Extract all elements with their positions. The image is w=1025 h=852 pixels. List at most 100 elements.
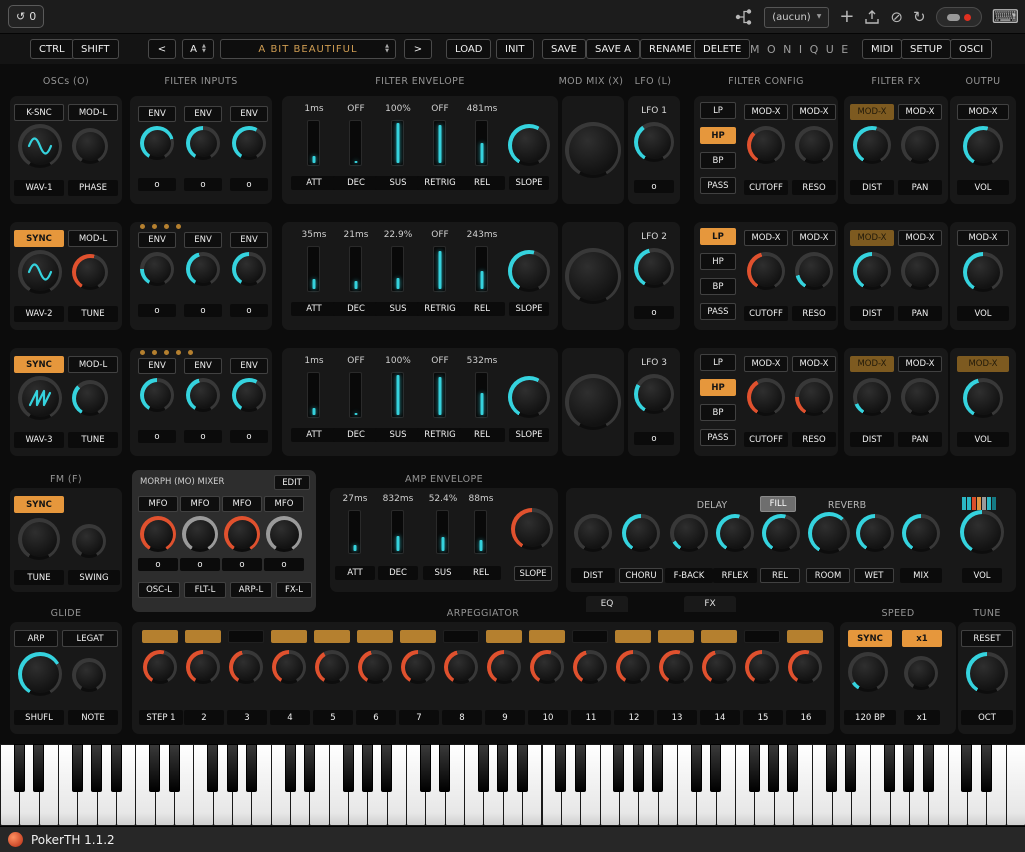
lfo3-amount[interactable]: o	[634, 432, 674, 445]
filter1-pan-knob[interactable]	[901, 126, 939, 164]
arp-step-15-label[interactable]: 15	[743, 710, 783, 725]
pan-label[interactable]: PAN	[898, 432, 942, 447]
arp-step-13-label[interactable]: 13	[657, 710, 697, 725]
arp-step-2-knob[interactable]	[186, 650, 220, 684]
record-toggle[interactable]	[936, 7, 982, 27]
filter3-reso-knob[interactable]	[795, 378, 833, 416]
filter1-cutoff-knob[interactable]	[747, 126, 785, 164]
osc1-wave-knob[interactable]	[18, 124, 62, 168]
reso-label[interactable]: RESO	[792, 180, 836, 195]
filter2-input-knob[interactable]	[232, 252, 266, 286]
arp-step-13-knob[interactable]	[659, 650, 693, 684]
morph-target-flt-l[interactable]: FLT-L	[184, 582, 226, 598]
filter2-env-slider[interactable]	[475, 246, 488, 292]
env-stage-label[interactable]: SUS	[375, 176, 421, 190]
arp-step-8-toggle[interactable]	[443, 630, 479, 643]
morph-knob-2[interactable]	[182, 516, 218, 552]
arp-step-8-knob[interactable]	[444, 650, 478, 684]
fx-wet-label[interactable]: WET	[854, 568, 894, 583]
morph-knob-3[interactable]	[224, 516, 260, 552]
arp-step-1-label[interactable]: STEP 1	[139, 710, 183, 725]
env-stage-label[interactable]: REL	[459, 176, 505, 190]
load-button[interactable]: LOAD	[446, 39, 491, 59]
osc3-wave-label[interactable]: WAV-3	[14, 432, 64, 448]
env-stage-label[interactable]: REL	[459, 428, 505, 442]
arp-step-15-toggle[interactable]	[744, 630, 780, 643]
glide-legato-button[interactable]: LEGAT	[62, 630, 118, 647]
fm-swing-label[interactable]: SWING	[68, 570, 120, 585]
filter3-pan-knob[interactable]	[901, 378, 939, 416]
arp-step-3-knob[interactable]	[229, 650, 263, 684]
arp-step-15-knob[interactable]	[745, 650, 779, 684]
shuffle-label[interactable]: SHUFL	[14, 710, 64, 725]
filter2-pan-modx[interactable]: MOD-X	[898, 230, 942, 246]
arp-step-5-toggle[interactable]	[314, 630, 350, 643]
filter2-input-amount[interactable]: o	[230, 304, 268, 317]
slope-label[interactable]: SLOPE	[509, 302, 549, 316]
cutoff-label[interactable]: CUTOFF	[744, 432, 788, 447]
piano-black-key[interactable]	[343, 744, 354, 792]
midi-button[interactable]: MIDI	[862, 39, 902, 59]
fx-rel-label[interactable]: REL	[760, 568, 800, 583]
fx-wet-knob[interactable]	[856, 514, 894, 552]
export-icon[interactable]	[864, 9, 880, 25]
arp-step-7-label[interactable]: 7	[399, 710, 439, 725]
env-stage-label[interactable]: DEC	[333, 176, 379, 190]
morph-mfo-button-4[interactable]: MFO	[264, 496, 304, 512]
env-stage-label[interactable]: SUS	[375, 302, 421, 316]
piano-black-key[interactable]	[981, 744, 992, 792]
fx-choru-knob[interactable]	[622, 514, 660, 552]
filter2-input-amount[interactable]: o	[184, 304, 222, 317]
morph-knob-1[interactable]	[140, 516, 176, 552]
filter2-type-bp[interactable]: BP	[700, 278, 736, 295]
pan-label[interactable]: PAN	[898, 180, 942, 195]
slope-label[interactable]: SLOPE	[509, 428, 549, 442]
device-dropdown[interactable]: (aucun) ▼	[764, 7, 829, 28]
filter3-slope-knob[interactable]	[508, 376, 550, 418]
filter2-reso-modx[interactable]: MOD-X	[792, 230, 836, 246]
keyboard-icon[interactable]: ⌨	[992, 8, 1019, 27]
filter1-vol-modx[interactable]: MOD-X	[957, 104, 1009, 120]
amp-slope-knob[interactable]	[511, 508, 553, 550]
osc2-mod-button[interactable]: MOD-L	[68, 230, 118, 247]
tune-reset-button[interactable]: RESET	[961, 630, 1013, 647]
filter2-input-knob[interactable]	[140, 252, 174, 286]
piano-black-key[interactable]	[169, 744, 180, 792]
filter3-vol-knob[interactable]	[963, 378, 1003, 418]
arp-step-13-toggle[interactable]	[658, 630, 694, 643]
filter2-env-slider[interactable]	[391, 246, 404, 292]
cutoff-label[interactable]: CUTOFF	[744, 306, 788, 321]
preset-dropdown[interactable]: A BIT BEAUTIFUL ▲▼	[220, 39, 396, 59]
arp-step-3-toggle[interactable]	[228, 630, 264, 643]
filter2-cutoff-modx[interactable]: MOD-X	[744, 230, 788, 246]
piano-black-key[interactable]	[246, 744, 257, 792]
osc2-param-knob[interactable]	[72, 254, 108, 290]
osc2-wave-label[interactable]: WAV-2	[14, 306, 64, 322]
octave-label[interactable]: OCT	[961, 710, 1013, 725]
amp-env-slider[interactable]	[436, 510, 449, 554]
filter1-vol-knob[interactable]	[963, 126, 1003, 166]
filter3-input-amount[interactable]: o	[184, 430, 222, 443]
mod-mix-knob-2[interactable]	[565, 248, 621, 304]
filter3-input-amount[interactable]: o	[230, 430, 268, 443]
piano-black-key[interactable]	[884, 744, 895, 792]
mod-mix-knob-3[interactable]	[565, 374, 621, 430]
setup-button[interactable]: SETUP	[901, 39, 951, 59]
filter3-cutoff-knob[interactable]	[747, 378, 785, 416]
fx-rflex-knob[interactable]	[716, 514, 754, 552]
fm-tune-label[interactable]: TUNE	[14, 570, 64, 585]
filter2-input-env-button[interactable]: ENV	[138, 232, 176, 248]
mod-mix-knob-1[interactable]	[565, 122, 621, 178]
plus-button[interactable]: +	[839, 8, 854, 26]
filter3-type-lp[interactable]: LP	[700, 354, 736, 371]
filter1-reso-modx[interactable]: MOD-X	[792, 104, 836, 120]
octave-knob[interactable]	[966, 652, 1008, 694]
arp-step-9-label[interactable]: 9	[485, 710, 525, 725]
arp-step-5-knob[interactable]	[315, 650, 349, 684]
morph-amount-3[interactable]: o	[222, 558, 262, 571]
fx-rflex-label[interactable]: RFLEX	[713, 568, 757, 583]
osc3-mod-button[interactable]: MOD-L	[68, 356, 118, 373]
arp-step-2-toggle[interactable]	[185, 630, 221, 643]
piano-black-key[interactable]	[768, 744, 779, 792]
filter3-input-env-button[interactable]: ENV	[138, 358, 176, 374]
